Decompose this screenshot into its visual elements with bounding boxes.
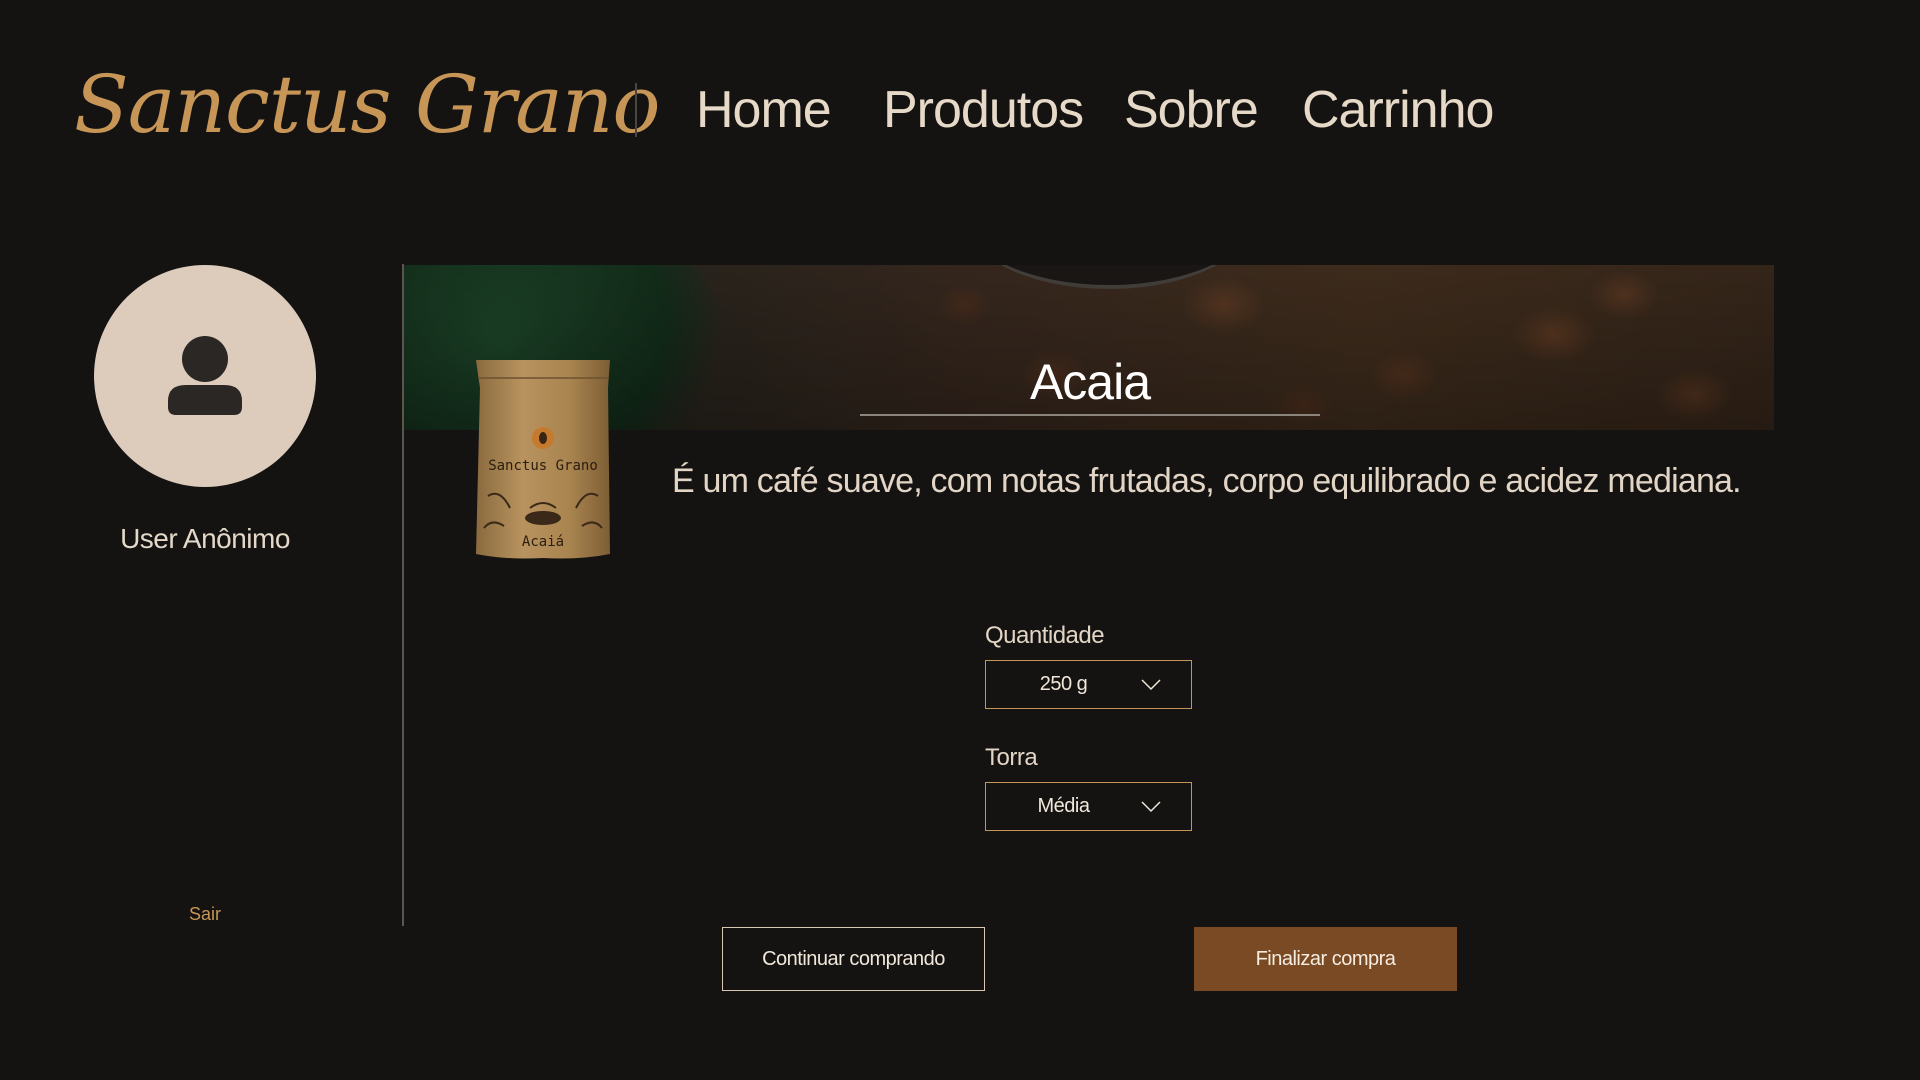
nav-sobre[interactable]: Sobre bbox=[1124, 80, 1259, 140]
continue-shopping-button[interactable]: Continuar comprando bbox=[722, 927, 985, 991]
nav-produtos[interactable]: Produtos bbox=[883, 80, 1084, 140]
roast-value: Média bbox=[1037, 795, 1090, 817]
chevron-down-icon bbox=[1141, 679, 1161, 691]
quantity-label: Quantidade bbox=[985, 622, 1105, 649]
product-description: É um café suave, com notas frutadas, cor… bbox=[672, 462, 1742, 500]
bag-brand: Sanctus Grano bbox=[488, 458, 598, 474]
nav-home[interactable]: Home bbox=[696, 80, 832, 140]
quantity-value: 250 g bbox=[1039, 673, 1088, 695]
avatar bbox=[94, 265, 316, 487]
product-page: Sanctus Grano Home Produtos Sobre Carrin… bbox=[0, 0, 1920, 1080]
user-icon bbox=[168, 336, 242, 415]
username: User Anônimo bbox=[120, 523, 290, 554]
quantity-select[interactable]: 250 g bbox=[985, 660, 1192, 709]
header-divider bbox=[635, 83, 637, 137]
nav-carrinho[interactable]: Carrinho bbox=[1302, 80, 1494, 140]
roast-label: Torra bbox=[985, 744, 1038, 771]
brand-logo[interactable]: Sanctus Grano bbox=[74, 58, 661, 151]
checkout-button[interactable]: Finalizar compra bbox=[1194, 927, 1457, 991]
title-underline bbox=[860, 414, 1320, 416]
roast-select[interactable]: Média bbox=[985, 782, 1192, 831]
bag-name: Acaiá bbox=[522, 534, 564, 550]
chevron-down-icon bbox=[1141, 801, 1161, 813]
coffee-bag-image: Sanctus Grano Acaiá bbox=[476, 360, 610, 559]
logout-link[interactable]: Sair bbox=[150, 904, 260, 925]
product-title: Acaia bbox=[1029, 354, 1151, 410]
